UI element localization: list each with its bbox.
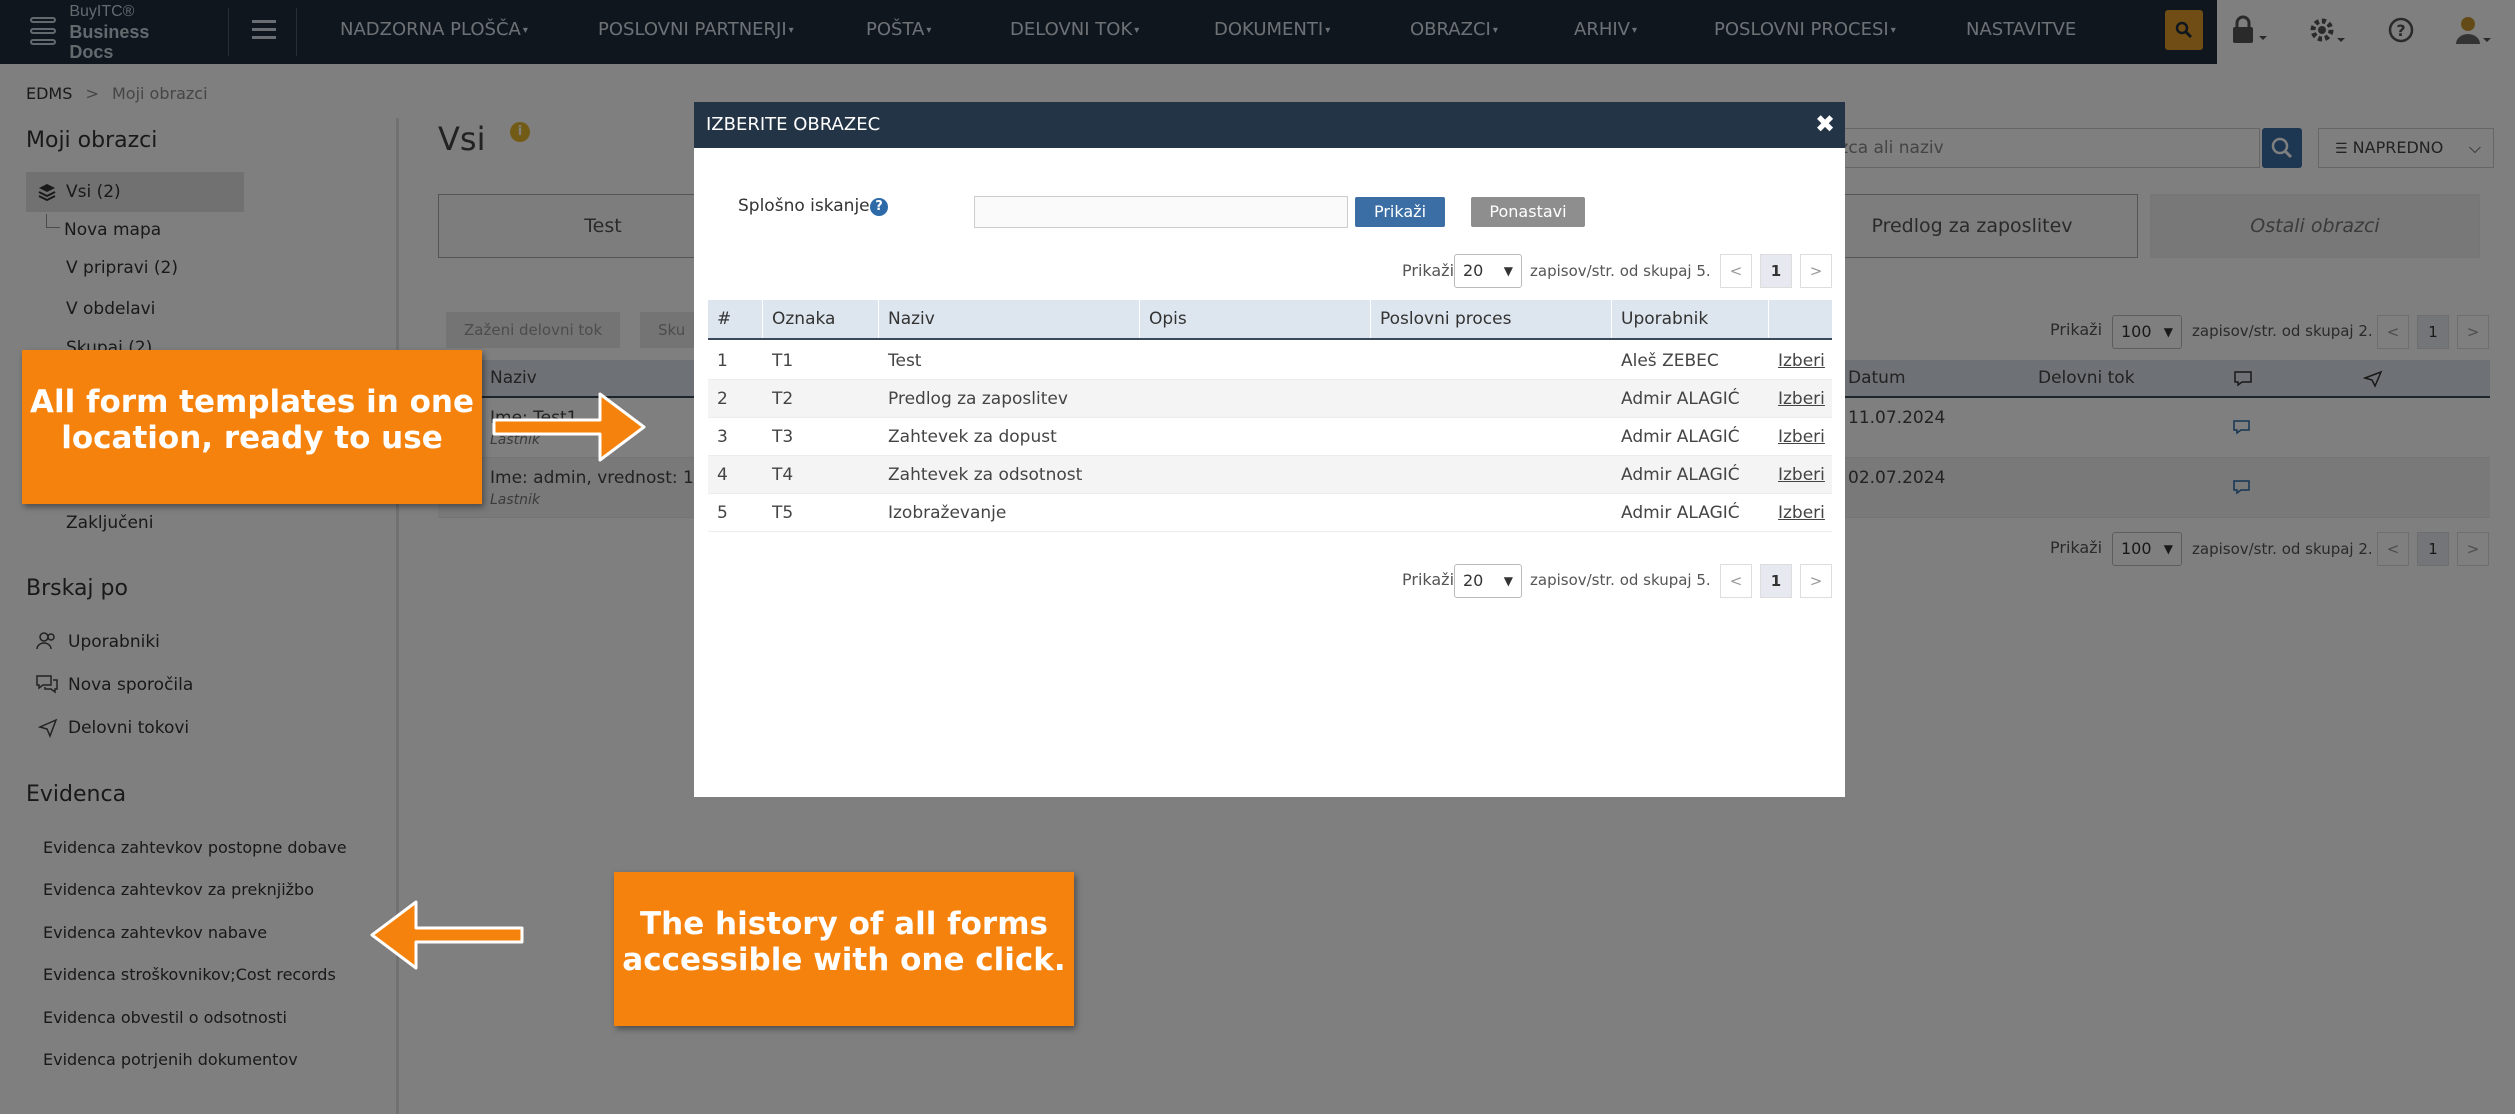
cell-code: T1 xyxy=(772,351,794,371)
table-row: 1 T1 Test Aleš ZEBEC Izberi xyxy=(708,342,1832,380)
cell-business-process xyxy=(1371,456,1380,494)
cell-number: 5 xyxy=(717,503,728,523)
cell-user: Admir ALAGIĆ xyxy=(1621,503,1740,523)
cell-name: Predlog za zaposlitev xyxy=(888,389,1068,409)
cell-user: Admir ALAGIĆ xyxy=(1621,427,1740,447)
help-icon[interactable]: ? xyxy=(870,198,888,216)
pager-page[interactable]: 1 xyxy=(1760,564,1792,598)
column-header-name[interactable]: Naziv xyxy=(879,300,1140,338)
general-search-input[interactable] xyxy=(974,196,1348,228)
cell-number: 4 xyxy=(717,465,728,485)
chevron-down-icon: ▼ xyxy=(1503,264,1513,278)
cell-user: Aleš ZEBEC xyxy=(1621,351,1719,371)
show-button[interactable]: Prikaži xyxy=(1355,197,1445,227)
cell-name: Test xyxy=(888,351,922,371)
cell-description xyxy=(1140,494,1149,532)
table-row: 3 T3 Zahtevek za dopust Admir ALAGIĆ Izb… xyxy=(708,418,1832,456)
page-size-select[interactable]: 20 ▼ xyxy=(1454,564,1522,598)
cell-number: 1 xyxy=(717,351,728,371)
cell-name: Zahtevek za dopust xyxy=(888,427,1057,447)
callout-templates: All form templates in one location, read… xyxy=(22,350,482,504)
select-link[interactable]: Izberi xyxy=(1769,494,1825,532)
page-size-select[interactable]: 20 ▼ xyxy=(1454,254,1522,288)
column-header-description[interactable]: Opis xyxy=(1140,300,1371,338)
column-header-code[interactable]: Oznaka xyxy=(763,300,879,338)
select-link[interactable]: Izberi xyxy=(1769,456,1825,494)
cell-business-process xyxy=(1371,494,1380,532)
table-row: 2 T2 Predlog za zaposlitev Admir ALAGIĆ … xyxy=(708,380,1832,418)
column-header-action xyxy=(1769,300,1832,338)
cell-code: T3 xyxy=(772,427,794,447)
table-row: 4 T4 Zahtevek za odsotnost Admir ALAGIĆ … xyxy=(708,456,1832,494)
close-icon[interactable]: ✖ xyxy=(1813,112,1837,136)
cell-number: 3 xyxy=(717,427,728,447)
cell-code: T2 xyxy=(772,389,794,409)
pager-prev[interactable]: < xyxy=(1720,254,1752,288)
pager-show-label: Prikaži xyxy=(1402,570,1455,589)
page-size-value: 20 xyxy=(1463,571,1484,590)
cell-code: T4 xyxy=(772,465,794,485)
forms-table-header: # Oznaka Naziv Opis Poslovni proces Upor… xyxy=(708,300,1832,340)
cell-description xyxy=(1140,342,1149,380)
callout-arrow-left-icon xyxy=(370,900,524,970)
pager-next[interactable]: > xyxy=(1800,254,1832,288)
cell-name: Izobraževanje xyxy=(888,503,1007,523)
cell-business-process xyxy=(1371,380,1380,418)
cell-user: Admir ALAGIĆ xyxy=(1621,389,1740,409)
callout-history: The history of all forms accessible with… xyxy=(614,872,1074,1026)
cell-number: 2 xyxy=(717,389,728,409)
select-link[interactable]: Izberi xyxy=(1769,380,1825,418)
select-link[interactable]: Izberi xyxy=(1769,342,1825,380)
cell-business-process xyxy=(1371,342,1380,380)
pager-next[interactable]: > xyxy=(1800,564,1832,598)
pager-prev[interactable]: < xyxy=(1720,564,1752,598)
cell-user: Admir ALAGIĆ xyxy=(1621,465,1740,485)
cell-description xyxy=(1140,418,1149,456)
pager-summary: zapisov/str. od skupaj 5. xyxy=(1530,262,1711,280)
pager-page[interactable]: 1 xyxy=(1760,254,1792,288)
page-size-value: 20 xyxy=(1463,261,1484,280)
reset-button[interactable]: Ponastavi xyxy=(1471,197,1585,227)
cell-business-process xyxy=(1371,418,1380,456)
pager-summary: zapisov/str. od skupaj 5. xyxy=(1530,571,1711,589)
cell-description xyxy=(1140,380,1149,418)
select-form-dialog: IZBERITE OBRAZEC ✖ Splošno iskanje: ? Pr… xyxy=(694,102,1845,797)
column-header-user[interactable]: Uporabnik xyxy=(1612,300,1769,338)
table-row: 5 T5 Izobraževanje Admir ALAGIĆ Izberi xyxy=(708,494,1832,532)
column-header-number[interactable]: # xyxy=(708,300,763,338)
cell-description xyxy=(1140,456,1149,494)
cell-code: T5 xyxy=(772,503,794,523)
general-search-label: Splošno iskanje: xyxy=(738,196,876,216)
dialog-header: IZBERITE OBRAZEC ✖ xyxy=(694,102,1845,148)
callout-arrow-right-icon xyxy=(492,392,646,462)
pager-show-label: Prikaži xyxy=(1402,261,1455,280)
chevron-down-icon: ▼ xyxy=(1503,574,1513,588)
column-header-business-process[interactable]: Poslovni proces xyxy=(1371,300,1612,338)
cell-name: Zahtevek za odsotnost xyxy=(888,465,1083,485)
dialog-title: IZBERITE OBRAZEC xyxy=(706,114,881,135)
select-link[interactable]: Izberi xyxy=(1769,418,1825,456)
